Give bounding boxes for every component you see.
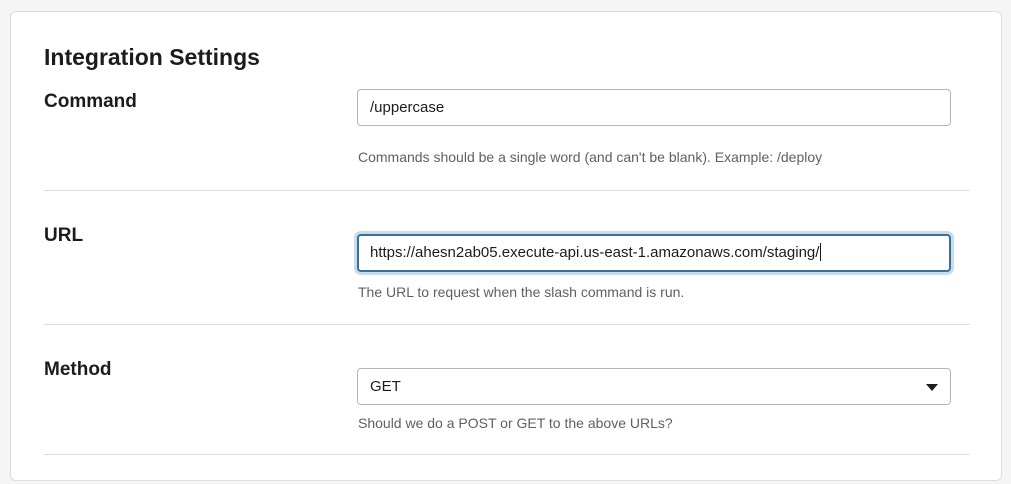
method-hint: Should we do a POST or GET to the above …	[358, 415, 673, 431]
command-input[interactable]: /uppercase	[357, 89, 951, 126]
command-label: Command	[44, 91, 137, 112]
url-input-value: https://ahesn2ab05.execute-api.us-east-1…	[370, 244, 820, 261]
text-caret	[820, 243, 822, 262]
section-title: Integration Settings	[44, 44, 260, 70]
command-hint: Commands should be a single word (and ca…	[358, 149, 823, 165]
url-hint: The URL to request when the slash comman…	[358, 284, 685, 300]
method-selected-value: GET	[370, 378, 401, 395]
chevron-down-icon	[926, 384, 938, 391]
next-row-divider	[44, 454, 970, 484]
method-row: Method GET Should we do a POST or GET to…	[44, 324, 970, 454]
url-label: URL	[44, 225, 84, 246]
command-row: Command /uppercase Commands should be a …	[44, 89, 970, 190]
command-input-value: /uppercase	[370, 99, 445, 116]
method-label: Method	[44, 359, 112, 380]
method-select[interactable]: GET	[357, 368, 951, 405]
integration-settings-card: Integration Settings Command /uppercase …	[10, 11, 1002, 481]
url-row: URL https://ahesn2ab05.execute-api.us-ea…	[44, 190, 970, 324]
url-input[interactable]: https://ahesn2ab05.execute-api.us-east-1…	[357, 234, 951, 272]
